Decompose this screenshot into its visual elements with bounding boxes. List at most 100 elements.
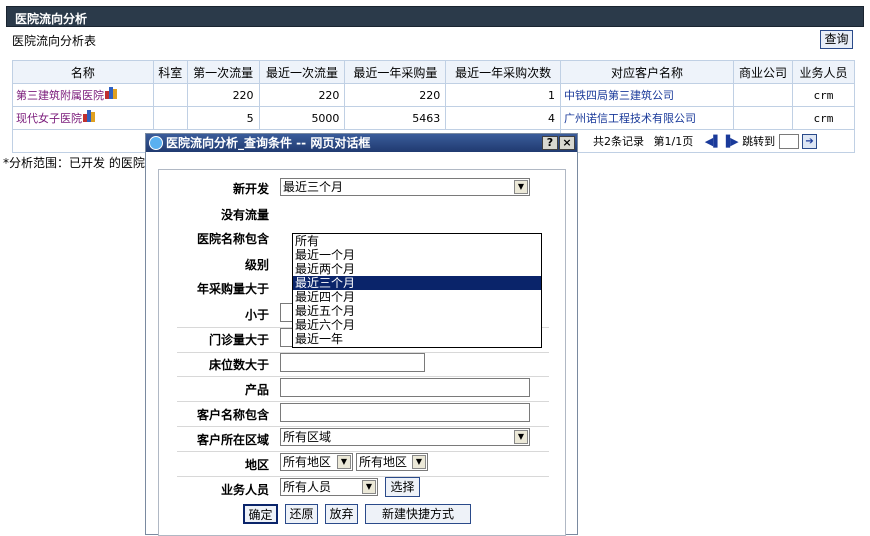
page-header: 医院流向分析	[6, 6, 864, 27]
staff-label: 业务人员	[220, 483, 269, 497]
col-year-qty: 最近一年采购量	[344, 60, 447, 84]
product-input[interactable]	[280, 378, 530, 397]
record-count: 共2条记录	[593, 134, 645, 148]
help-button[interactable]: ?	[542, 136, 558, 150]
region-value: 所有区域	[283, 430, 332, 444]
divider	[177, 476, 549, 477]
region-select[interactable]: 所有区域 ▼	[280, 428, 530, 446]
customer-name-label: 客户名称包含	[196, 408, 269, 422]
divider	[177, 426, 549, 427]
dropdown-arrow-icon[interactable]: ▼	[362, 480, 376, 494]
customer-name-input[interactable]	[280, 403, 530, 422]
hospital-link[interactable]: 现代女子医院	[13, 112, 82, 125]
col-last-flow: 最近一次流量	[258, 60, 346, 84]
page-indicator: 第1/1页	[653, 134, 694, 148]
col-first-flow: 第一次流量	[186, 60, 260, 84]
dropdown-option[interactable]: 最近五个月	[293, 304, 541, 318]
col-year-count: 最近一年采购次数	[445, 60, 562, 84]
new-dev-dropdown-list: 所有 最近一个月 最近两个月 最近三个月 最近四个月 最近五个月 最近六个月 最…	[292, 233, 542, 348]
year-qty-cell: 220	[344, 83, 447, 107]
col-customer: 对应客户名称	[560, 60, 734, 84]
no-flow-label: 没有流量	[220, 208, 269, 222]
dropdown-option[interactable]: 最近一年	[293, 332, 541, 346]
customer-link[interactable]: 中铁四局第三建筑公司	[560, 83, 734, 107]
divider	[177, 401, 549, 402]
new-shortcut-button[interactable]: 新建快捷方式	[365, 504, 471, 524]
dropdown-option[interactable]: 最近六个月	[293, 318, 541, 332]
table-row: 现代女子医院 5 5000 5463 4 广州诺信工程技术有限公司 crm	[12, 106, 856, 130]
dropdown-option[interactable]: 最近四个月	[293, 290, 541, 304]
dept-cell	[152, 83, 188, 107]
query-form: 新开发 最近三个月 ▼ 没有流量 医院名称包含 级别 年采购量大于 小于 门诊量大…	[158, 169, 566, 536]
staff-value: 所有人员	[283, 480, 332, 494]
new-dev-value: 最近三个月	[283, 180, 344, 194]
company-cell	[732, 106, 793, 130]
year-qty-cell: 5463	[344, 106, 447, 130]
outpatient-label: 门诊量大于	[208, 333, 269, 347]
dropdown-arrow-icon[interactable]: ▼	[337, 455, 351, 469]
area-value-1: 所有地区	[283, 455, 332, 469]
bar-chart-icon[interactable]	[82, 110, 97, 122]
area-label: 地区	[244, 458, 269, 472]
table-caption: 医院流向分析表	[12, 34, 97, 48]
dropdown-option-selected[interactable]: 最近三个月	[293, 276, 541, 290]
dept-cell	[152, 106, 188, 130]
table-row: 第三建筑附属医院 220 220 220 1 中铁四局第三建筑公司 crm	[12, 83, 856, 107]
reset-button[interactable]: 还原	[285, 504, 318, 524]
annual-gt-label: 年采购量大于	[196, 282, 269, 296]
col-dept: 科室	[152, 60, 188, 84]
cancel-button[interactable]: 放弃	[325, 504, 358, 524]
analysis-scope: *分析范围：已开发 的医院	[3, 156, 145, 170]
dropdown-option[interactable]: 最近一个月	[293, 248, 541, 262]
product-label: 产品	[244, 383, 269, 397]
divider	[177, 451, 549, 452]
year-count-cell: 1	[445, 83, 562, 107]
area-value-2: 所有地区	[359, 455, 408, 469]
dropdown-option[interactable]: 最近两个月	[293, 262, 541, 276]
area-select-2[interactable]: 所有地区 ▼	[356, 453, 428, 471]
year-count-cell: 4	[445, 106, 562, 130]
company-cell	[732, 83, 793, 107]
first-flow-cell: 5	[186, 106, 260, 130]
last-flow-cell: 5000	[258, 106, 346, 130]
region-label: 客户所在区域	[196, 433, 269, 447]
last-flow-cell: 220	[258, 83, 346, 107]
last-page-icon[interactable]: ▐▶	[722, 135, 739, 148]
query-dialog: 医院流向分析_查询条件 -- 网页对话框 ? × 新开发 最近三个月 ▼ 没有流量…	[145, 133, 578, 536]
jump-label: 跳转到	[742, 134, 776, 148]
dropdown-arrow-icon[interactable]: ▼	[412, 455, 426, 469]
dialog-title: 医院流向分析_查询条件 -- 网页对话框	[166, 136, 371, 150]
query-button[interactable]: 查询	[820, 30, 853, 49]
col-name: 名称	[12, 60, 154, 84]
dialog-titlebar[interactable]: 医院流向分析_查询条件 -- 网页对话框 ? ×	[146, 134, 577, 152]
page-title: 医院流向分析	[15, 12, 88, 26]
close-button[interactable]: ×	[559, 136, 575, 150]
new-dev-label: 新开发	[232, 182, 269, 196]
staff-cell: crm	[791, 83, 856, 107]
beds-input[interactable]	[280, 353, 425, 372]
beds-label: 床位数大于	[208, 358, 269, 372]
staff-select[interactable]: 所有人员 ▼	[280, 478, 378, 496]
new-dev-select[interactable]: 最近三个月 ▼	[280, 178, 530, 196]
col-company: 商业公司	[732, 60, 793, 84]
choose-button[interactable]: 选择	[385, 477, 420, 497]
first-page-icon[interactable]: ◀▌	[705, 135, 722, 148]
bar-chart-icon[interactable]	[104, 87, 119, 99]
dropdown-arrow-icon[interactable]: ▼	[514, 180, 528, 194]
lt-label: 小于	[244, 308, 269, 322]
customer-link[interactable]: 广州诺信工程技术有限公司	[560, 106, 734, 130]
divider	[177, 376, 549, 377]
go-arrow-icon[interactable]: ➔	[802, 134, 818, 150]
area-select-1[interactable]: 所有地区 ▼	[280, 453, 353, 471]
col-staff: 业务人员	[791, 60, 856, 84]
first-flow-cell: 220	[186, 83, 260, 107]
hospital-link[interactable]: 第三建筑附属医院	[13, 89, 104, 102]
table-header-row: 名称 科室 第一次流量 最近一次流量 最近一年采购量 最近一年采购次数 对应客户…	[12, 60, 856, 84]
level-label: 级别	[244, 258, 269, 272]
ie-icon	[149, 136, 163, 150]
dropdown-option[interactable]: 所有	[293, 234, 541, 248]
ok-button[interactable]: 确定	[243, 504, 278, 524]
page-input[interactable]	[778, 134, 799, 150]
hospital-name-label: 医院名称包含	[196, 232, 269, 246]
dropdown-arrow-icon[interactable]: ▼	[514, 430, 528, 444]
